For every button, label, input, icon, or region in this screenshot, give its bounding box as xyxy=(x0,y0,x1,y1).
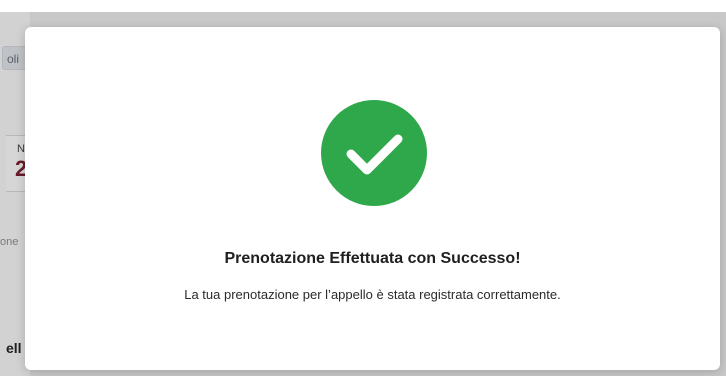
background-card-label: N xyxy=(17,143,25,155)
background-section-heading: ell xyxy=(6,340,22,356)
success-modal: Prenotazione Effettuata con Successo! La… xyxy=(25,27,720,370)
checkmark-icon xyxy=(346,134,403,175)
modal-message: La tua prenotazione per l’appello è stat… xyxy=(184,287,561,302)
top-strip xyxy=(0,0,726,12)
background-side-text: one xyxy=(0,236,19,248)
page-backdrop: oli N 2 one ell Prenotazione Effettuata … xyxy=(0,0,726,376)
modal-title: Prenotazione Effettuata con Successo! xyxy=(224,250,521,267)
check-circle-icon xyxy=(321,100,427,206)
